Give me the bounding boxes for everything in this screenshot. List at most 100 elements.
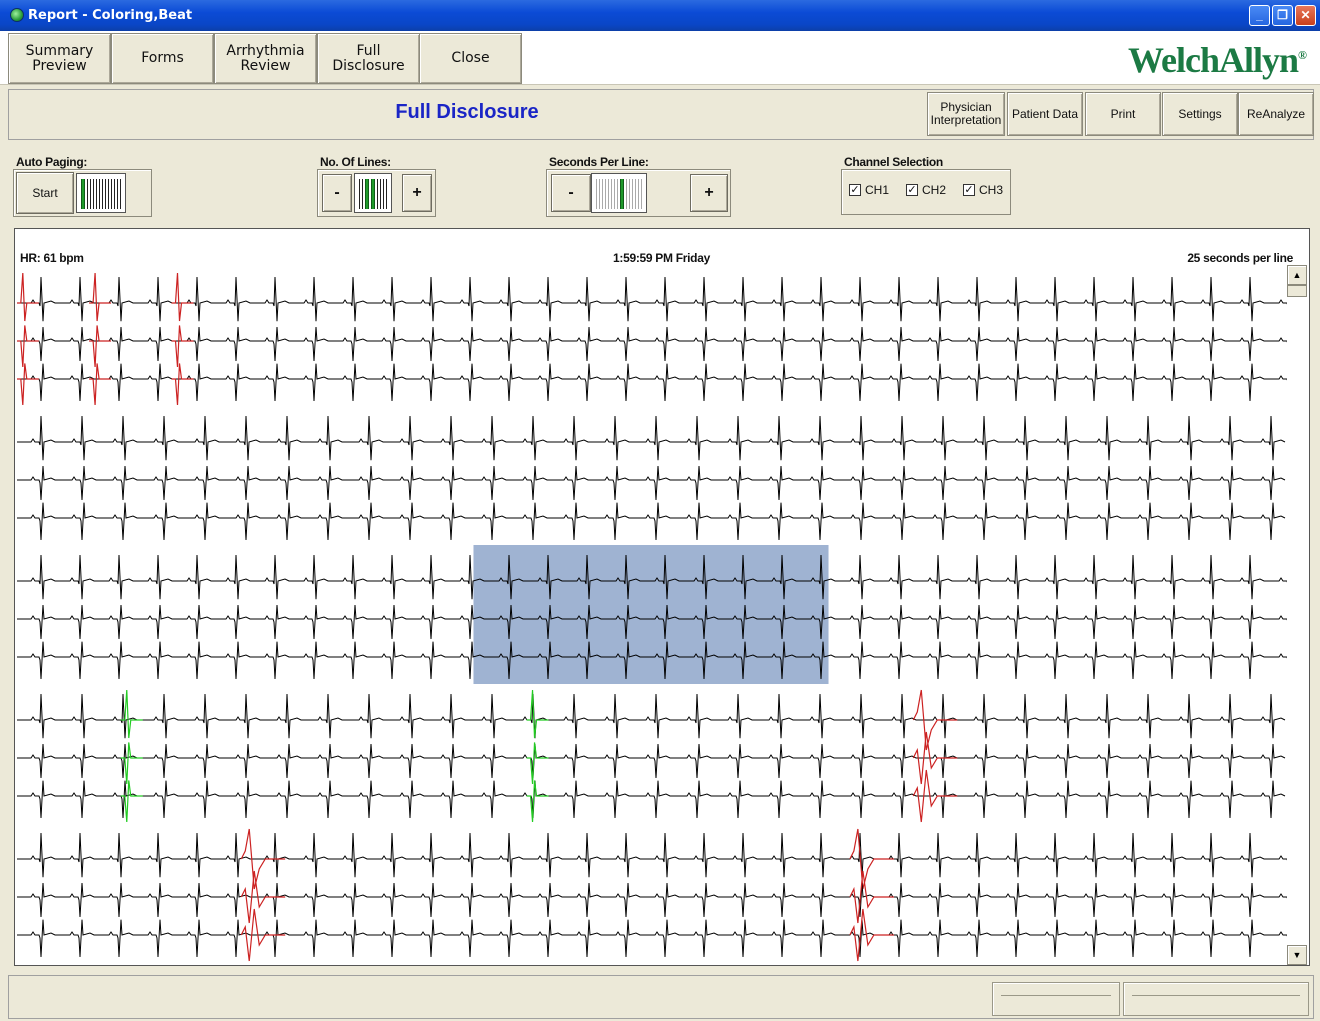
checkmark-icon: ✓ bbox=[849, 184, 861, 196]
header-panel: Full Disclosure Physician Interpretation… bbox=[8, 89, 1314, 140]
paced-beat-mark[interactable] bbox=[526, 689, 549, 739]
ch2-checkbox[interactable]: ✓ CH2 bbox=[906, 183, 946, 197]
lines-tick bbox=[377, 179, 381, 209]
ectopic-beat-mark[interactable] bbox=[17, 363, 39, 406]
seconds-minus-button[interactable]: - bbox=[551, 174, 591, 212]
ectopic-beat-mark[interactable] bbox=[89, 363, 112, 406]
seconds-tick bbox=[614, 179, 618, 209]
print-button[interactable]: Print bbox=[1085, 92, 1161, 136]
ecg-channel-trace bbox=[17, 326, 1287, 362]
ecg-channel-trace bbox=[17, 832, 1287, 878]
auto-paging-group: Start bbox=[13, 169, 152, 217]
ectopic-beat-mark[interactable] bbox=[89, 272, 112, 322]
window-title: Report - Coloring,Beat bbox=[28, 8, 193, 23]
ecg-channel-trace bbox=[17, 743, 1286, 779]
ch1-label: CH1 bbox=[865, 183, 890, 197]
window-titlebar: Report - Coloring,Beat _ ❐ ✕ bbox=[0, 0, 1320, 31]
ecg-channel-trace bbox=[17, 363, 1287, 402]
status-bar bbox=[8, 975, 1314, 1019]
lines-tick bbox=[383, 179, 387, 209]
ecg-channel-trace bbox=[17, 882, 1287, 918]
scroll-thumb[interactable] bbox=[1287, 285, 1307, 297]
scroll-down-icon[interactable]: ▼ bbox=[1287, 945, 1307, 965]
settings-button[interactable]: Settings bbox=[1162, 92, 1238, 136]
close-icon[interactable]: ✕ bbox=[1295, 5, 1316, 26]
maximize-icon[interactable]: ❐ bbox=[1272, 5, 1293, 26]
lines-label: No. Of Lines: bbox=[320, 155, 391, 169]
vertical-scrollbar[interactable]: ▲ ▼ bbox=[1287, 265, 1307, 965]
speed-tick bbox=[81, 179, 85, 209]
ecg-channel-trace bbox=[17, 502, 1286, 541]
lines-plus-button[interactable]: + bbox=[402, 174, 432, 212]
ecg-channel-trace bbox=[17, 415, 1286, 461]
scroll-up-icon[interactable]: ▲ bbox=[1287, 265, 1307, 285]
ch2-label: CH2 bbox=[922, 183, 947, 197]
speed-tick bbox=[111, 179, 115, 209]
full-disclosure-button[interactable]: Full Disclosure bbox=[317, 33, 420, 84]
heart-rate-label: HR: 61 bpm bbox=[20, 251, 84, 265]
timestamp-label: 1:59:59 PM Friday bbox=[613, 251, 710, 265]
paced-beat-mark[interactable] bbox=[526, 742, 549, 785]
seconds-tick bbox=[608, 179, 612, 209]
seconds-tick bbox=[632, 179, 636, 209]
status-pane bbox=[1123, 982, 1309, 1016]
seconds-per-line-label: 25 seconds per line bbox=[1187, 251, 1293, 265]
auto-paging-speed-slider[interactable] bbox=[76, 173, 126, 213]
lines-minus-button[interactable]: - bbox=[322, 174, 352, 212]
checkmark-icon: ✓ bbox=[963, 184, 975, 196]
seconds-tick bbox=[602, 179, 606, 209]
ectopic-beat-mark[interactable] bbox=[89, 325, 112, 368]
patient-data-button[interactable]: Patient Data bbox=[1007, 92, 1083, 136]
speed-tick bbox=[87, 179, 91, 209]
seconds-plus-button[interactable]: + bbox=[690, 174, 728, 212]
welch-allyn-logo: WelchAllyn® bbox=[1128, 40, 1307, 80]
status-pane bbox=[992, 982, 1120, 1016]
speed-tick bbox=[93, 179, 97, 209]
channel-selection-label: Channel Selection bbox=[844, 155, 943, 169]
auto-paging-label: Auto Paging: bbox=[16, 155, 88, 169]
paced-beat-mark[interactable] bbox=[526, 780, 549, 823]
ectopic-beat-mark[interactable] bbox=[171, 272, 194, 322]
lines-slider[interactable] bbox=[354, 173, 392, 213]
speed-tick bbox=[117, 179, 121, 209]
ecg-channel-trace bbox=[17, 919, 1287, 958]
start-button[interactable]: Start bbox=[16, 172, 74, 214]
ecg-traces[interactable] bbox=[17, 265, 1287, 965]
reanalyze-button[interactable]: ReAnalyze bbox=[1238, 92, 1314, 136]
top-nav: Summary Preview Forms Arrhythmia Review … bbox=[0, 31, 1320, 85]
ch3-label: CH3 bbox=[979, 183, 1004, 197]
minimize-icon[interactable]: _ bbox=[1249, 5, 1270, 26]
seconds-group: - + bbox=[546, 169, 731, 217]
ectopic-beat-mark[interactable] bbox=[17, 325, 39, 368]
controls-bar: Auto Paging: Start No. Of Lines: - + Sec… bbox=[8, 145, 1314, 223]
close-button[interactable]: Close bbox=[419, 33, 522, 84]
ecg-panel: HR: 61 bpm 1:59:59 PM Friday 25 seconds … bbox=[14, 228, 1310, 966]
lines-group: - + bbox=[317, 169, 436, 217]
ch1-checkbox[interactable]: ✓ CH1 bbox=[849, 183, 889, 197]
seconds-tick bbox=[596, 179, 600, 209]
ectopic-beat-mark[interactable] bbox=[171, 325, 194, 368]
lines-tick bbox=[359, 179, 363, 209]
selection-highlight[interactable] bbox=[473, 545, 829, 684]
seconds-label: Seconds Per Line: bbox=[549, 155, 649, 169]
page-title: Full Disclosure bbox=[395, 101, 539, 123]
ectopic-beat-mark[interactable] bbox=[17, 272, 39, 322]
seconds-slider[interactable] bbox=[591, 173, 647, 213]
ecg-channel-trace bbox=[17, 276, 1287, 322]
physician-interpretation-button[interactable]: Physician Interpretation bbox=[927, 92, 1005, 136]
speed-tick bbox=[105, 179, 109, 209]
seconds-tick bbox=[620, 179, 624, 209]
ectopic-beat-mark[interactable] bbox=[171, 363, 194, 406]
speed-tick bbox=[99, 179, 103, 209]
summary-preview-button[interactable]: Summary Preview bbox=[8, 33, 111, 84]
seconds-tick bbox=[638, 179, 642, 209]
lines-tick bbox=[365, 179, 369, 209]
forms-button[interactable]: Forms bbox=[111, 33, 214, 84]
ecg-channel-trace bbox=[17, 780, 1286, 819]
ch3-checkbox[interactable]: ✓ CH3 bbox=[963, 183, 1003, 197]
ecg-channel-trace bbox=[17, 465, 1286, 501]
checkmark-icon: ✓ bbox=[906, 184, 918, 196]
app-icon bbox=[10, 8, 24, 22]
arrhythmia-review-button[interactable]: Arrhythmia Review bbox=[214, 33, 317, 84]
ecg-channel-trace bbox=[17, 693, 1286, 739]
